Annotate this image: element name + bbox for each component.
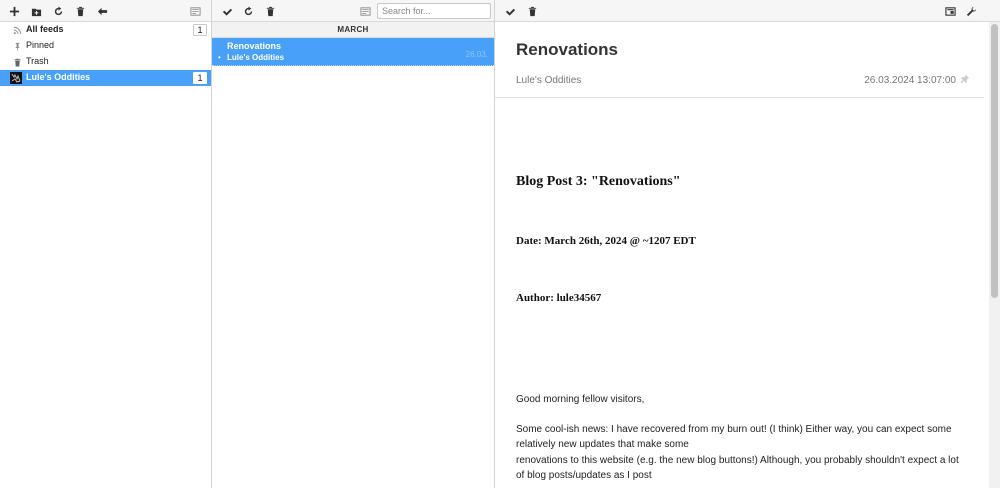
post-author-heading: Author: lule34567 (516, 292, 602, 304)
unread-dot-icon: • (218, 53, 221, 62)
refresh-feeds-button[interactable] (51, 4, 65, 18)
trash-icon (528, 6, 536, 16)
post-paragraph-line: Some cool-ish news: I have recovered fro… (516, 424, 952, 435)
trash-icon (266, 6, 274, 16)
delete-entries-button[interactable] (263, 4, 277, 18)
sidebar-item-label: Trash (26, 56, 49, 66)
checkmark-icon (222, 8, 232, 16)
list-toolbar (212, 0, 494, 22)
add-folder-button[interactable] (29, 4, 43, 18)
unread-count-badge: 1 (193, 72, 207, 84)
sidebar-item-label: Pinned (26, 40, 55, 50)
trash-icon (76, 6, 84, 16)
folder-plus-icon (31, 8, 41, 16)
refresh-icon (244, 6, 252, 15)
article-feed-name[interactable]: Lule's Oddities (516, 75, 581, 86)
entry-feed-name: Lule's Oddities (227, 53, 285, 62)
checkmark-icon (505, 8, 515, 16)
post-date-heading: Date: March 26th, 2024 @ ~1207 EDT (516, 235, 696, 247)
refresh-icon (54, 6, 62, 15)
unread-count-badge: 1 (193, 24, 207, 36)
entry-date: 26.03. (465, 50, 488, 59)
rss-icon (12, 25, 22, 35)
sidebar-item-lules-oddities[interactable]: Lule's Oddities 1 (0, 70, 211, 86)
feeds-pane: All feeds 1 Pinned Trash Lule's Oddities… (0, 0, 212, 488)
entry-list-pane: MARCH Renovations • Lule's Oddities 26.0… (212, 0, 495, 488)
refresh-list-button[interactable] (241, 4, 255, 18)
article-header: Renovations Lule's Oddities 26.03.2024 1… (495, 22, 984, 98)
pin-icon[interactable] (960, 74, 970, 84)
list-view-button[interactable] (358, 4, 372, 18)
trash-icon (12, 57, 22, 67)
sidebar-item-label: All feeds (26, 24, 64, 34)
list-item[interactable]: Renovations • Lule's Oddities 26.03. (212, 38, 494, 66)
entry-title: Renovations (227, 41, 282, 51)
delete-feed-button[interactable] (73, 4, 87, 18)
feeds-view-button[interactable] (188, 4, 202, 18)
post-paragraph: Good morning fellow visitors, (516, 394, 645, 405)
feed-favicon (10, 72, 22, 84)
reader-view-button[interactable] (943, 4, 957, 18)
month-group-header: MARCH (212, 22, 494, 38)
mark-all-read-button[interactable] (220, 4, 234, 18)
search-input[interactable] (377, 3, 491, 19)
feeds-toolbar (0, 0, 211, 22)
delete-article-button[interactable] (525, 4, 539, 18)
post-paragraph-line: relatively new updates that make some (516, 439, 689, 450)
add-feed-button[interactable] (7, 4, 21, 18)
plus-icon (9, 6, 19, 16)
post-paragraph-line: renovations to this website (e.g. the ne… (516, 455, 959, 466)
sidebar-item-trash[interactable]: Trash (0, 54, 211, 70)
article-date: 26.03.2024 13:07:00 (864, 75, 956, 86)
article-pane: Renovations Lule's Oddities 26.03.2024 1… (495, 0, 1000, 488)
sidebar-item-label: Lule's Oddities (26, 72, 91, 82)
scrollbar-thumb[interactable] (991, 24, 998, 298)
arrow-left-icon (97, 7, 107, 15)
mark-read-button[interactable] (503, 4, 517, 18)
article-body: Blog Post 3: "Renovations" Date: March 2… (516, 98, 971, 488)
back-button[interactable] (95, 4, 109, 18)
reader-view-icon (944, 6, 956, 16)
article-title: Renovations (516, 40, 619, 59)
article-scrollbar[interactable] (989, 22, 1000, 488)
newspaper-icon (189, 6, 201, 16)
wrench-icon (966, 6, 976, 16)
post-paragraph-line: of blog posts/updates as I post (516, 470, 652, 481)
sidebar-item-all-feeds[interactable]: All feeds 1 (0, 22, 211, 38)
article-toolbar (495, 0, 1000, 22)
sidebar-item-pinned[interactable]: Pinned (0, 38, 211, 54)
newspaper-icon (359, 6, 371, 16)
pin-icon (12, 41, 22, 51)
post-heading: Blog Post 3: "Renovations" (516, 174, 681, 189)
settings-button[interactable] (964, 4, 978, 18)
